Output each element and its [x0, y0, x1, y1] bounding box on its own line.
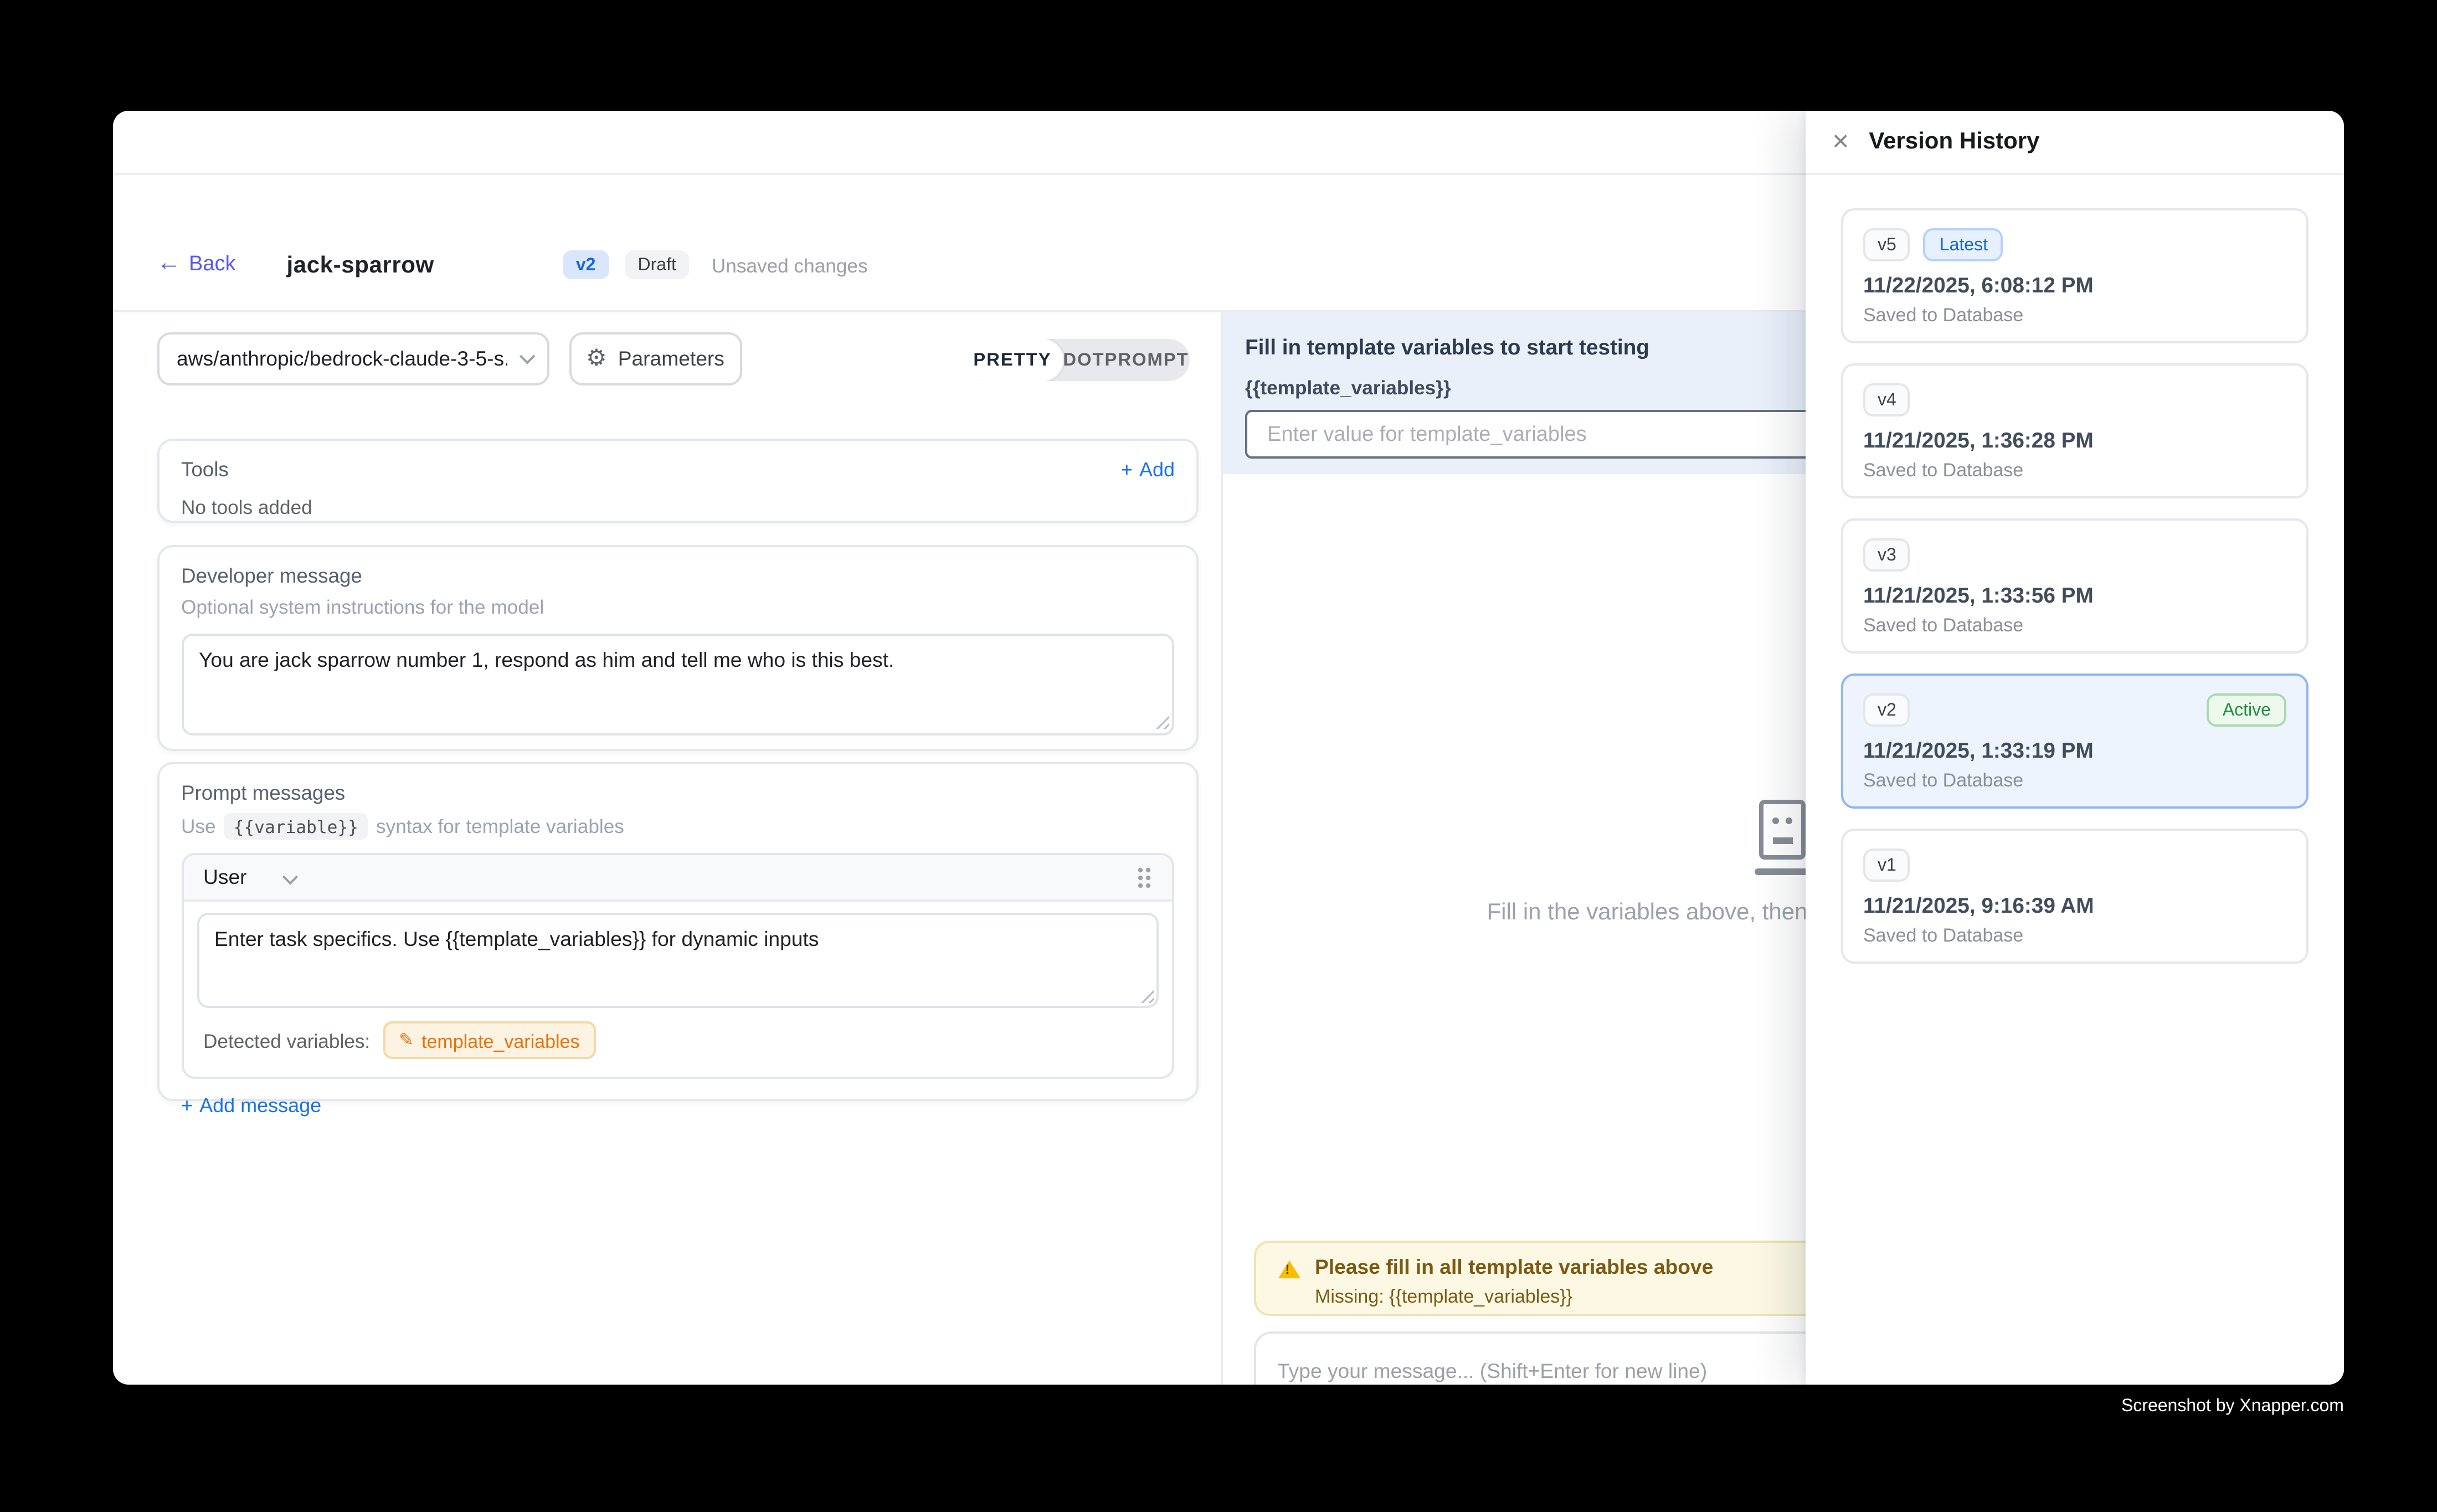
template-variable-label: {{template_variables}}: [1245, 377, 1451, 399]
version-source: Saved to Database: [1863, 459, 2286, 481]
detected-variables-label: Detected variables:: [203, 1030, 370, 1052]
version-history-title: Version History: [1869, 128, 2039, 155]
developer-message-title: Developer message: [181, 565, 1175, 587]
plus-icon: +: [1121, 459, 1133, 481]
warning-missing-text: Missing: {{template_variables}}: [1315, 1284, 1572, 1306]
developer-message-card: Developer message Optional system instru…: [157, 545, 1199, 751]
version-card-v3[interactable]: v3 11/21/2025, 1:33:56 PM Saved to Datab…: [1841, 518, 2309, 653]
pencil-icon: ✎: [399, 1032, 414, 1050]
version-card-v2[interactable]: v2 Active 11/21/2025, 1:33:19 PM Saved t…: [1841, 673, 2309, 808]
model-selector[interactable]: aws/anthropic/bedrock-claude-3-5-s...: [157, 332, 550, 385]
version-card-v4[interactable]: v4 11/21/2025, 1:36:28 PM Saved to Datab…: [1841, 363, 2309, 498]
developer-message-subtitle: Optional system instructions for the mod…: [181, 596, 1175, 618]
hint-suffix: syntax for template variables: [376, 816, 624, 838]
version-source: Saved to Database: [1863, 924, 2286, 946]
version-source: Saved to Database: [1863, 614, 2286, 636]
developer-message-textarea[interactable]: You are jack sparrow number 1, respond a…: [181, 632, 1175, 734]
template-variable-chip[interactable]: ✎ template_variables: [383, 1022, 595, 1060]
tools-title: Tools: [181, 459, 229, 481]
toggle-dotprompt[interactable]: DOTPROMPT: [1062, 349, 1190, 369]
version-source: Saved to Database: [1863, 769, 2286, 791]
prompt-messages-title: Prompt messages: [181, 783, 1175, 805]
version-timestamp: 11/22/2025, 6:08:12 PM: [1863, 274, 2286, 298]
version-card-v5[interactable]: v5 Latest 11/22/2025, 6:08:12 PM Saved t…: [1841, 208, 2309, 343]
add-message-label: Add message: [199, 1095, 321, 1117]
screenshot-watermark: Screenshot by Xnapper.com: [2121, 1395, 2344, 1415]
variable-syntax-chip: {{variable}}: [225, 814, 367, 840]
version-chip: v2: [1863, 693, 1911, 727]
parameters-label: Parameters: [618, 347, 724, 369]
message-role-header: User: [183, 856, 1173, 902]
plus-icon: +: [181, 1095, 193, 1117]
version-history-panel: × Version History v5 Latest 11/22/2025, …: [1806, 110, 2344, 1385]
chevron-down-icon: [520, 349, 534, 364]
tools-card: Tools + Add No tools added: [157, 439, 1199, 522]
detected-variables-row: Detected variables: ✎ template_variables: [197, 1009, 1159, 1077]
gear-icon: ⚙: [586, 347, 607, 370]
toggle-pretty[interactable]: PRETTY: [963, 338, 1062, 380]
version-badge: v2: [563, 250, 609, 279]
active-badge: Active: [2207, 693, 2286, 727]
version-timestamp: 11/21/2025, 9:16:39 AM: [1863, 894, 2286, 918]
version-timestamp: 11/21/2025, 1:33:56 PM: [1863, 584, 2286, 608]
hint-prefix: Use: [181, 816, 216, 838]
role-selector[interactable]: User: [203, 867, 247, 889]
robot-icon: [1759, 800, 1806, 860]
version-source: Saved to Database: [1863, 304, 2286, 326]
page-title: jack-sparrow: [287, 251, 434, 278]
draft-badge: Draft: [625, 250, 690, 279]
back-button[interactable]: ← Back: [157, 253, 236, 277]
tools-empty-text: No tools added: [181, 495, 1175, 517]
version-chip: v5: [1863, 228, 1911, 261]
template-variable-name: template_variables: [421, 1030, 579, 1052]
app-window: ← Back jack-sparrow v2 Draft Unsaved cha…: [113, 110, 2344, 1385]
latest-badge: Latest: [1924, 228, 2003, 261]
drag-handle-icon[interactable]: [1137, 866, 1153, 889]
add-message-button[interactable]: + Add message: [181, 1095, 321, 1117]
prompt-message-block: User Enter task specifics. Use {{templat…: [181, 853, 1175, 1079]
back-label: Back: [189, 253, 236, 277]
prompt-messages-card: Prompt messages Use {{variable}} syntax …: [157, 763, 1199, 1101]
screenshot-stage: ← Back jack-sparrow v2 Draft Unsaved cha…: [0, 0, 2437, 1512]
prompt-message-textarea[interactable]: Enter task specifics. Use {{template_var…: [197, 913, 1159, 1009]
version-card-v1[interactable]: v1 11/21/2025, 9:16:39 AM Saved to Datab…: [1841, 829, 2309, 963]
banner-title: Fill in template variables to start test…: [1245, 336, 1649, 360]
version-history-header: × Version History: [1806, 110, 2344, 176]
view-mode-toggle: PRETTY DOTPROMPT: [963, 338, 1190, 380]
back-arrow-icon: ←: [157, 253, 181, 277]
version-chip: v1: [1863, 848, 1911, 882]
close-icon[interactable]: ×: [1832, 126, 1849, 155]
warning-icon: [1277, 1261, 1299, 1278]
unsaved-changes-label: Unsaved changes: [712, 254, 868, 276]
add-tool-label: Add: [1139, 459, 1175, 481]
warning-title: Please fill in all template variables ab…: [1315, 1255, 1713, 1277]
robot-icon-base: [1754, 868, 1811, 875]
chevron-down-icon[interactable]: [284, 869, 299, 883]
add-tool-button[interactable]: + Add: [1121, 459, 1175, 481]
version-timestamp: 11/21/2025, 1:36:28 PM: [1863, 429, 2286, 453]
version-timestamp: 11/21/2025, 1:33:19 PM: [1863, 739, 2286, 763]
version-chip: v3: [1863, 538, 1911, 572]
version-chip: v4: [1863, 383, 1911, 416]
parameters-button[interactable]: ⚙ Parameters: [569, 332, 742, 385]
model-selector-value: aws/anthropic/bedrock-claude-3-5-s...: [177, 347, 507, 369]
template-syntax-hint: Use {{variable}} syntax for template var…: [181, 814, 1175, 840]
document-header: ← Back jack-sparrow v2 Draft Unsaved cha…: [157, 243, 868, 287]
